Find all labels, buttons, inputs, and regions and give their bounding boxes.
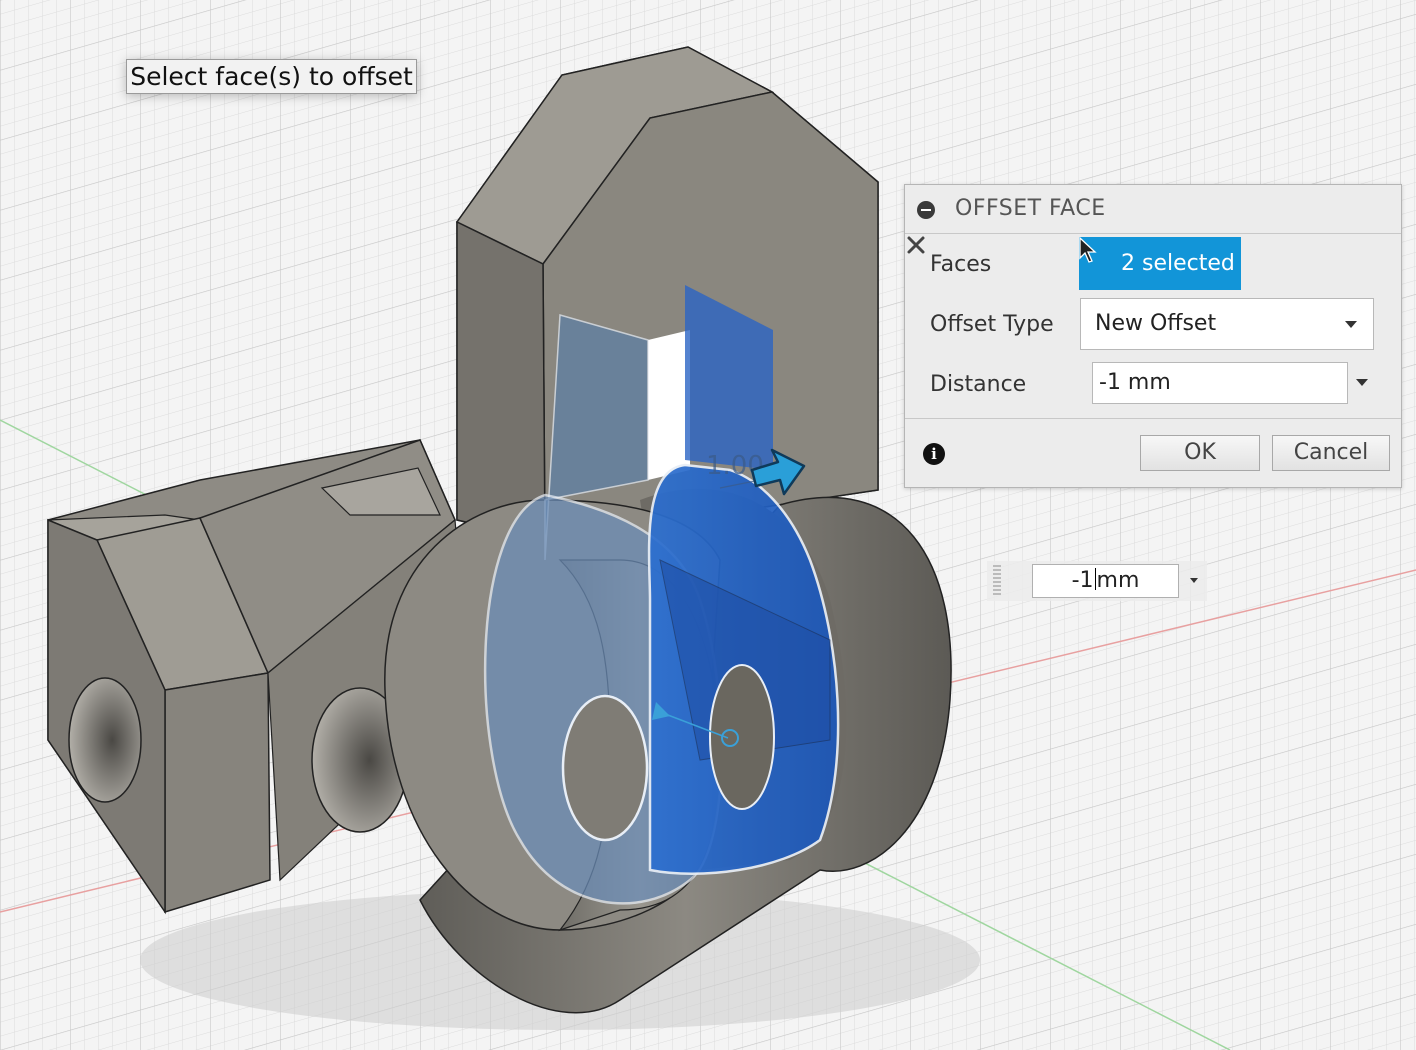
- faces-selection-button[interactable]: 2 selected: [1079, 237, 1241, 290]
- distance-dropdown-icon[interactable]: [1356, 379, 1368, 386]
- 3d-viewport[interactable]: 1.00 Select face(s) to offset OFFSET FAC…: [0, 0, 1416, 1050]
- selection-prompt-tooltip: Select face(s) to offset: [126, 59, 417, 94]
- offset-type-select[interactable]: New Offset: [1080, 298, 1374, 350]
- offset-face-dialog: OFFSET FACE Faces 2 selected Offset Type…: [904, 184, 1402, 488]
- base-hole-left: [68, 677, 142, 803]
- right-face-hole: [709, 664, 775, 810]
- dialog-header: OFFSET FACE: [905, 185, 1401, 234]
- clear-selection-icon[interactable]: [905, 234, 927, 256]
- chevron-down-icon: [1345, 321, 1357, 328]
- viewport-canvas[interactable]: 1.00: [0, 0, 1416, 1050]
- collapse-icon[interactable]: [917, 201, 935, 219]
- inline-distance-input[interactable]: -1 mm: [1032, 564, 1179, 598]
- distance-value: -1 mm: [1099, 370, 1171, 395]
- plate-slot: [648, 330, 690, 480]
- dialog-title: OFFSET FACE: [955, 196, 1106, 221]
- prompt-text: Select face(s) to offset: [130, 62, 413, 91]
- distance-input[interactable]: -1 mm: [1092, 362, 1348, 404]
- cursor-icon: [1079, 237, 1097, 263]
- ok-button[interactable]: OK: [1140, 435, 1260, 471]
- text-caret: [1094, 568, 1096, 590]
- distance-label: Distance: [930, 372, 1027, 397]
- drag-grip-icon[interactable]: [993, 565, 1001, 597]
- dialog-footer: i OK Cancel: [905, 419, 1401, 487]
- offset-type-label: Offset Type: [930, 312, 1054, 337]
- dialog-body: Faces 2 selected Offset Type New Offset …: [905, 234, 1401, 419]
- cancel-button[interactable]: Cancel: [1272, 435, 1390, 471]
- faces-selection-text: 2 selected: [1121, 251, 1235, 276]
- inline-dropdown-icon[interactable]: [1190, 578, 1198, 583]
- left-face-hole: [561, 694, 649, 842]
- inline-value-before-caret: -1: [1071, 568, 1094, 593]
- inline-distance-widget: -1 mm: [987, 561, 1207, 601]
- info-icon[interactable]: i: [923, 443, 945, 465]
- faces-label: Faces: [930, 252, 992, 277]
- inline-value-after-caret: mm: [1096, 568, 1140, 593]
- offset-type-value: New Offset: [1095, 311, 1217, 336]
